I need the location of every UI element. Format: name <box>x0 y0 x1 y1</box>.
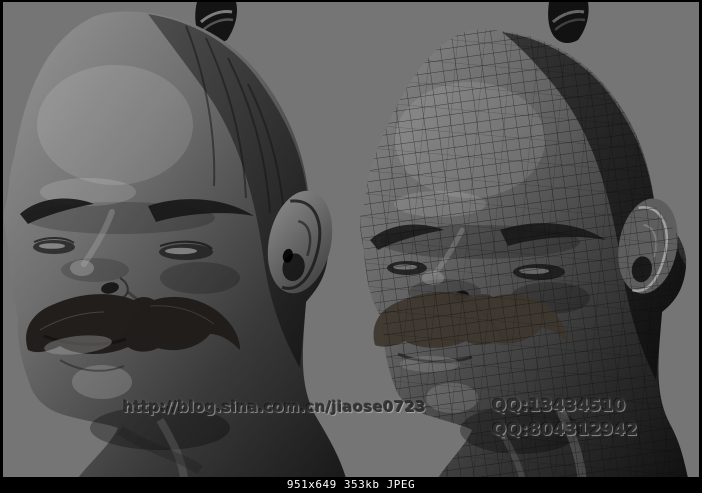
forehead-highlight <box>37 65 193 185</box>
sculpt-render-image: http://blog.sina.com.cn/jiaose0723 QQ:13… <box>0 0 702 493</box>
watermark-qq-primary: QQ:13434510 <box>492 396 626 416</box>
watermark-blog-url: http://blog.sina.com.cn/jiaose0723 <box>123 398 427 416</box>
image-caption-bar: 951x649 353kb JPEG <box>0 477 702 493</box>
watermark-qq-secondary: QQ:804312942 <box>492 420 638 440</box>
image-size-caption: 951x649 353kb JPEG <box>286 478 416 491</box>
